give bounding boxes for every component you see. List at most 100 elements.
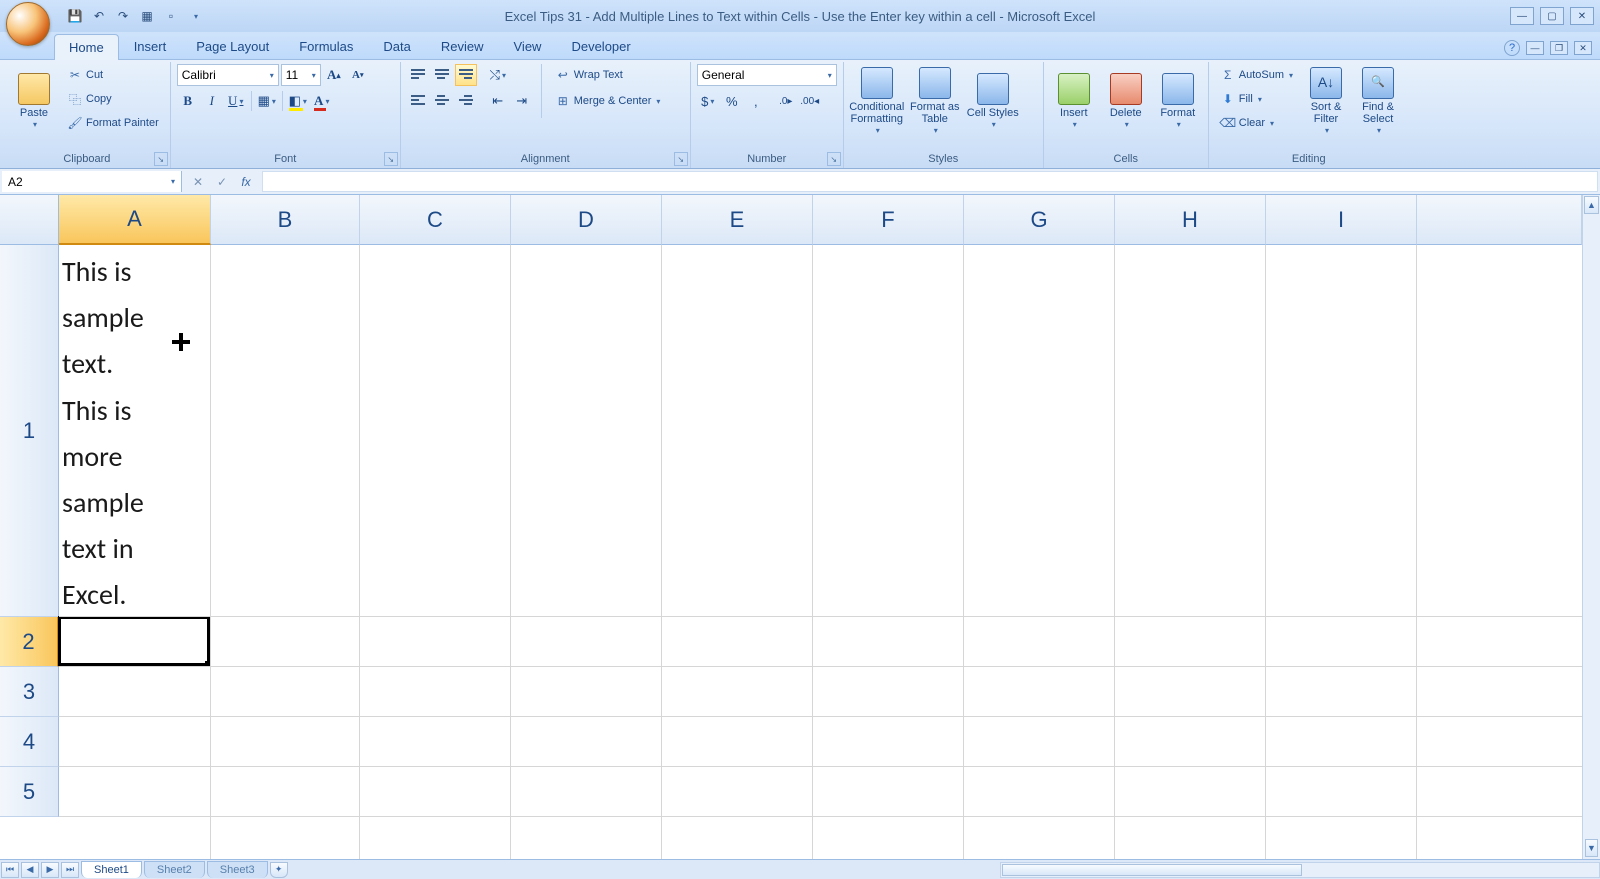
align-center-button[interactable]: [431, 90, 453, 112]
tab-review[interactable]: Review: [426, 33, 499, 59]
align-top-button[interactable]: [407, 64, 429, 86]
close-button[interactable]: ✕: [1570, 7, 1594, 25]
maximize-button[interactable]: ▢: [1540, 7, 1564, 25]
qat-custom2-icon[interactable]: ▫: [162, 7, 180, 25]
fx-button[interactable]: fx: [236, 172, 256, 192]
number-format-combo[interactable]: General▾: [697, 64, 837, 86]
tab-nav-first[interactable]: ⏮: [1, 862, 19, 878]
decrease-indent-button[interactable]: ⇤: [487, 90, 509, 112]
row-header-5[interactable]: 5: [0, 767, 59, 817]
fill-button[interactable]: ⬇Fill▾: [1215, 88, 1298, 110]
borders-button[interactable]: ▦▾: [256, 90, 278, 112]
tab-data[interactable]: Data: [368, 33, 425, 59]
row-header-3[interactable]: 3: [0, 667, 59, 717]
col-header-C[interactable]: C: [360, 195, 511, 245]
undo-icon[interactable]: ↶: [90, 7, 108, 25]
vertical-scrollbar[interactable]: ▲ ▼: [1582, 195, 1600, 859]
sheet-tab-sheet1[interactable]: Sheet1: [81, 861, 142, 878]
scroll-up-button[interactable]: ▲: [1584, 196, 1599, 214]
cell-styles-button[interactable]: Cell Styles▾: [966, 64, 1020, 138]
format-as-table-button[interactable]: Format as Table▾: [908, 64, 962, 138]
bold-button[interactable]: B: [177, 90, 199, 112]
row-header-2[interactable]: 2: [0, 617, 59, 667]
font-color-button[interactable]: A▾: [311, 90, 333, 112]
merge-center-button[interactable]: ⊞Merge & Center▾: [550, 90, 666, 112]
increase-indent-button[interactable]: ⇥: [511, 90, 533, 112]
col-header-A[interactable]: A: [59, 195, 211, 245]
tab-developer[interactable]: Developer: [556, 33, 645, 59]
cell-grid[interactable]: This is sample text. This is more sample…: [59, 245, 1582, 859]
find-select-button[interactable]: 🔍Find & Select▾: [1354, 64, 1402, 138]
format-painter-button[interactable]: 🖌Format Painter: [62, 112, 164, 134]
clear-button[interactable]: ⌫Clear▾: [1215, 112, 1298, 134]
align-middle-button[interactable]: [431, 64, 453, 86]
font-launcher[interactable]: ↘: [384, 152, 398, 166]
col-header-B[interactable]: B: [211, 195, 360, 245]
conditional-formatting-button[interactable]: Conditional Formatting▾: [850, 64, 904, 138]
tab-formulas[interactable]: Formulas: [284, 33, 368, 59]
tab-page-layout[interactable]: Page Layout: [181, 33, 284, 59]
row-header-1[interactable]: 1: [0, 245, 59, 617]
scroll-down-button[interactable]: ▼: [1585, 839, 1598, 857]
clipboard-launcher[interactable]: ↘: [154, 152, 168, 166]
orientation-button[interactable]: ⤭▾: [487, 64, 509, 86]
alignment-launcher[interactable]: ↘: [674, 152, 688, 166]
col-header-H[interactable]: H: [1115, 195, 1266, 245]
qat-custom-icon[interactable]: ▦: [138, 7, 156, 25]
redo-icon[interactable]: ↷: [114, 7, 132, 25]
paste-button[interactable]: Paste ▾: [10, 64, 58, 138]
fill-color-button[interactable]: ◧▾: [287, 90, 309, 112]
save-icon[interactable]: 💾: [66, 7, 84, 25]
decrease-decimal-button[interactable]: .00◂: [799, 90, 821, 112]
sort-filter-button[interactable]: A↓Sort & Filter▾: [1302, 64, 1350, 138]
enter-formula-button[interactable]: ✓: [212, 172, 232, 192]
col-header-E[interactable]: E: [662, 195, 813, 245]
font-name-combo[interactable]: Calibri▾: [177, 64, 279, 86]
insert-cells-button[interactable]: Insert▾: [1050, 64, 1098, 138]
minimize-button[interactable]: —: [1510, 7, 1534, 25]
tab-insert[interactable]: Insert: [119, 33, 182, 59]
col-header-I[interactable]: I: [1266, 195, 1417, 245]
hscroll-thumb[interactable]: [1002, 864, 1302, 876]
align-bottom-button[interactable]: [455, 64, 477, 86]
office-button[interactable]: [6, 2, 50, 46]
row-header-4[interactable]: 4: [0, 717, 59, 767]
sheet-tab-sheet2[interactable]: Sheet2: [144, 861, 205, 878]
select-all-corner[interactable]: [0, 195, 59, 245]
tab-view[interactable]: View: [499, 33, 557, 59]
sheet-tab-sheet3[interactable]: Sheet3: [207, 861, 268, 878]
col-header-D[interactable]: D: [511, 195, 662, 245]
italic-button[interactable]: I: [201, 90, 223, 112]
increase-decimal-button[interactable]: .0▸: [775, 90, 797, 112]
horizontal-scrollbar[interactable]: [1000, 862, 1600, 878]
delete-cells-button[interactable]: Delete▾: [1102, 64, 1150, 138]
number-launcher[interactable]: ↘: [827, 152, 841, 166]
col-header-F[interactable]: F: [813, 195, 964, 245]
name-box[interactable]: A2▾: [2, 171, 182, 192]
mdi-restore-button[interactable]: ❐: [1550, 41, 1568, 55]
tab-home[interactable]: Home: [54, 34, 119, 60]
format-cells-button[interactable]: Format▾: [1154, 64, 1202, 138]
accounting-button[interactable]: $▾: [697, 90, 719, 112]
align-right-button[interactable]: [455, 90, 477, 112]
font-size-combo[interactable]: 11▾: [281, 64, 321, 86]
cancel-formula-button[interactable]: ✕: [188, 172, 208, 192]
cut-button[interactable]: ✂Cut: [62, 64, 164, 86]
increase-font-button[interactable]: A▴: [323, 64, 345, 86]
mdi-minimize-button[interactable]: —: [1526, 41, 1544, 55]
comma-button[interactable]: ,: [745, 90, 767, 112]
formula-input[interactable]: [262, 171, 1598, 192]
tab-nav-prev[interactable]: ◀: [21, 862, 39, 878]
underline-button[interactable]: U▾: [225, 90, 247, 112]
new-sheet-button[interactable]: ✦: [270, 862, 288, 878]
align-left-button[interactable]: [407, 90, 429, 112]
qat-more-icon[interactable]: ▾: [186, 7, 204, 25]
tab-nav-last[interactable]: ⏭: [61, 862, 79, 878]
col-header-G[interactable]: G: [964, 195, 1115, 245]
percent-button[interactable]: %: [721, 90, 743, 112]
mdi-close-button[interactable]: ✕: [1574, 41, 1592, 55]
worksheet[interactable]: ABCDEFGHI 12345 This is sample text. Thi…: [0, 195, 1582, 859]
help-icon[interactable]: ?: [1504, 40, 1520, 56]
autosum-button[interactable]: ΣAutoSum▾: [1215, 64, 1298, 86]
decrease-font-button[interactable]: A▾: [347, 64, 369, 86]
